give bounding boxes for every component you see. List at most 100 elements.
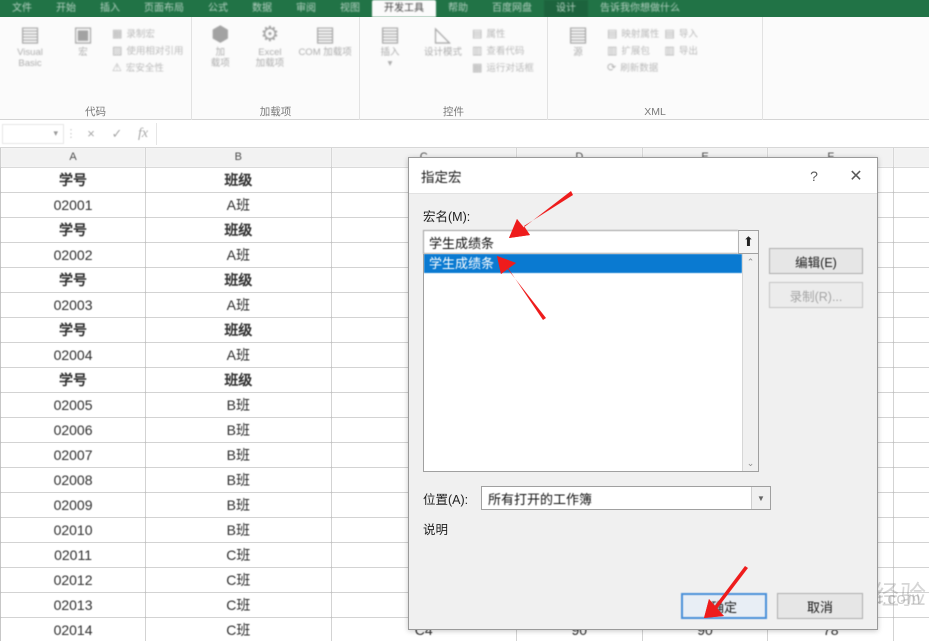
sheet-cell[interactable]: 91 [894,617,929,641]
ribbon-tab-4[interactable]: 公式 [196,0,240,17]
scroll-up-icon[interactable]: ⌃ [743,254,758,270]
ribbon-tab-7[interactable]: 视图 [328,0,372,17]
sheet-cell[interactable]: 02006 [1,417,146,442]
ribbon-tab-6[interactable]: 审阅 [284,0,328,17]
sheet-cell[interactable]: 02013 [1,592,146,617]
column-header-A[interactable]: A [1,148,146,167]
sheet-cell[interactable]: 英语 [894,317,929,342]
sheet-cell[interactable]: 班级 [146,317,331,342]
sheet-cell[interactable]: 85 [894,592,929,617]
sheet-cell[interactable]: 88 [894,442,929,467]
sheet-cell[interactable]: 02001 [1,192,146,217]
macro-name-input[interactable]: 学生成绩条 [423,230,738,254]
macro-name-spin-button[interactable]: ⬆ [738,230,759,254]
ribbon-tab-10[interactable]: 百度网盘 [480,0,544,17]
macro-list-box[interactable]: 学生成绩条 ⌃ ⌄ [423,254,759,472]
insert-function-button[interactable]: fx [130,123,156,145]
macro-description-box[interactable] [423,542,863,596]
sheet-cell[interactable]: 英语 [894,367,929,392]
sheet-cell[interactable]: A班 [146,242,331,267]
sheet-cell[interactable]: A班 [146,342,331,367]
chevron-down-icon[interactable]: ▾ [53,128,58,139]
sheet-cell[interactable]: 班级 [146,367,331,392]
sheet-cell[interactable]: 学号 [1,167,146,192]
macro-security-button[interactable]: ⚠ 宏安全性 [112,60,183,74]
sheet-cell[interactable]: 02005 [1,392,146,417]
sheet-cell[interactable]: A班 [146,292,331,317]
sheet-cell[interactable]: 79 [894,467,929,492]
sheet-cell[interactable]: 英语 [894,167,929,192]
sheet-cell[interactable]: 77 [894,542,929,567]
macro-button[interactable]: ▣ 宏 [59,21,107,58]
export-button[interactable]: ▥ 导出 [664,43,697,57]
sheet-cell[interactable]: C班 [146,567,331,592]
run-dialog-button[interactable]: ▦ 运行对话框 [472,60,534,74]
ribbon-tab-2[interactable]: 插入 [88,0,132,17]
sheet-cell[interactable]: 68 [894,517,929,542]
formula-confirm-button[interactable]: ✓ [104,123,130,145]
sheet-cell[interactable]: B班 [146,517,331,542]
sheet-cell[interactable]: 02014 [1,617,146,641]
sheet-cell[interactable]: 02003 [1,292,146,317]
sheet-cell[interactable]: 学号 [1,317,146,342]
help-button[interactable]: ? [793,159,835,193]
sheet-cell[interactable]: B班 [146,392,331,417]
sheet-cell[interactable]: 学号 [1,267,146,292]
name-box[interactable]: ▾ [2,124,64,144]
edit-macro-button[interactable]: 编辑(E) [769,248,863,274]
sheet-cell[interactable]: 学号 [1,217,146,242]
properties-button[interactable]: ▤ 属性 [472,26,534,40]
formula-cancel-button[interactable]: × [78,123,104,145]
sheet-cell[interactable]: C班 [146,617,331,641]
macro-list-scrollbar[interactable]: ⌃ ⌄ [742,254,758,471]
refresh-data-button[interactable]: ⟳ 刷新数据 [607,60,659,74]
sheet-cell[interactable]: 英语 [894,217,929,242]
sheet-cell[interactable]: B班 [146,467,331,492]
sheet-cell[interactable]: 92 [894,292,929,317]
sheet-cell[interactable]: 02008 [1,467,146,492]
ribbon-tab-0[interactable]: 文件 [0,0,44,17]
sheet-cell[interactable]: B班 [146,417,331,442]
close-button[interactable]: ✕ [835,159,877,193]
formula-input[interactable] [156,123,925,145]
xml-source-button[interactable]: ▤ 源 [554,21,602,58]
insert-control-button[interactable]: ▤ 插入 ▾ [366,21,414,69]
sheet-cell[interactable]: 02002 [1,242,146,267]
sheet-cell[interactable]: 90 [894,492,929,517]
scroll-down-icon[interactable]: ⌄ [743,455,758,471]
ribbon-tab-12[interactable]: 告诉我你想做什么 [588,0,692,17]
sheet-cell[interactable]: 89 [894,192,929,217]
ok-button[interactable]: 确定 [681,593,767,619]
view-code-button[interactable]: ▥ 查看代码 [472,43,534,57]
visual-basic-button[interactable]: ▤ Visual Basic [6,21,54,69]
column-header-B[interactable]: B [146,148,331,167]
sheet-cell[interactable]: 71 [894,392,929,417]
excel-addins-button[interactable]: ⚙ Excel 加载项 [248,21,293,69]
sheet-cell[interactable]: 班级 [146,217,331,242]
sheet-cell[interactable]: 75 [894,242,929,267]
ribbon-tab-11[interactable]: 设计 [544,0,588,17]
sheet-cell[interactable]: C班 [146,542,331,567]
ribbon-tab-1[interactable]: 开始 [44,0,88,17]
sheet-cell[interactable]: 82 [894,567,929,592]
relative-reference-button[interactable]: ▨ 使用相对引用 [112,43,183,57]
sheet-cell[interactable]: C班 [146,592,331,617]
sheet-cell[interactable]: 64 [894,342,929,367]
column-header-G[interactable]: G [894,148,929,167]
sheet-cell[interactable]: 班级 [146,167,331,192]
sheet-cell[interactable]: 02004 [1,342,146,367]
com-addins-button[interactable]: ▤ COM 加载项 [297,21,353,58]
chevron-down-icon[interactable]: ▼ [751,487,770,509]
sheet-cell[interactable]: 02011 [1,542,146,567]
import-button[interactable]: ▤ 导入 [664,26,697,40]
ribbon-tab-5[interactable]: 数据 [240,0,284,17]
cancel-button[interactable]: 取消 [777,593,863,619]
ribbon-tab-3[interactable]: 页面布局 [132,0,196,17]
sheet-cell[interactable]: 02010 [1,517,146,542]
sheet-cell[interactable]: B班 [146,442,331,467]
macro-location-combobox[interactable]: 所有打开的工作簿 ▼ [481,486,771,510]
sheet-cell[interactable]: 班级 [146,267,331,292]
sheet-cell[interactable]: 02012 [1,567,146,592]
expansion-packs-button[interactable]: ▥ 扩展包 [607,43,659,57]
addins-button[interactable]: ⬢ 加 载项 [198,21,243,69]
